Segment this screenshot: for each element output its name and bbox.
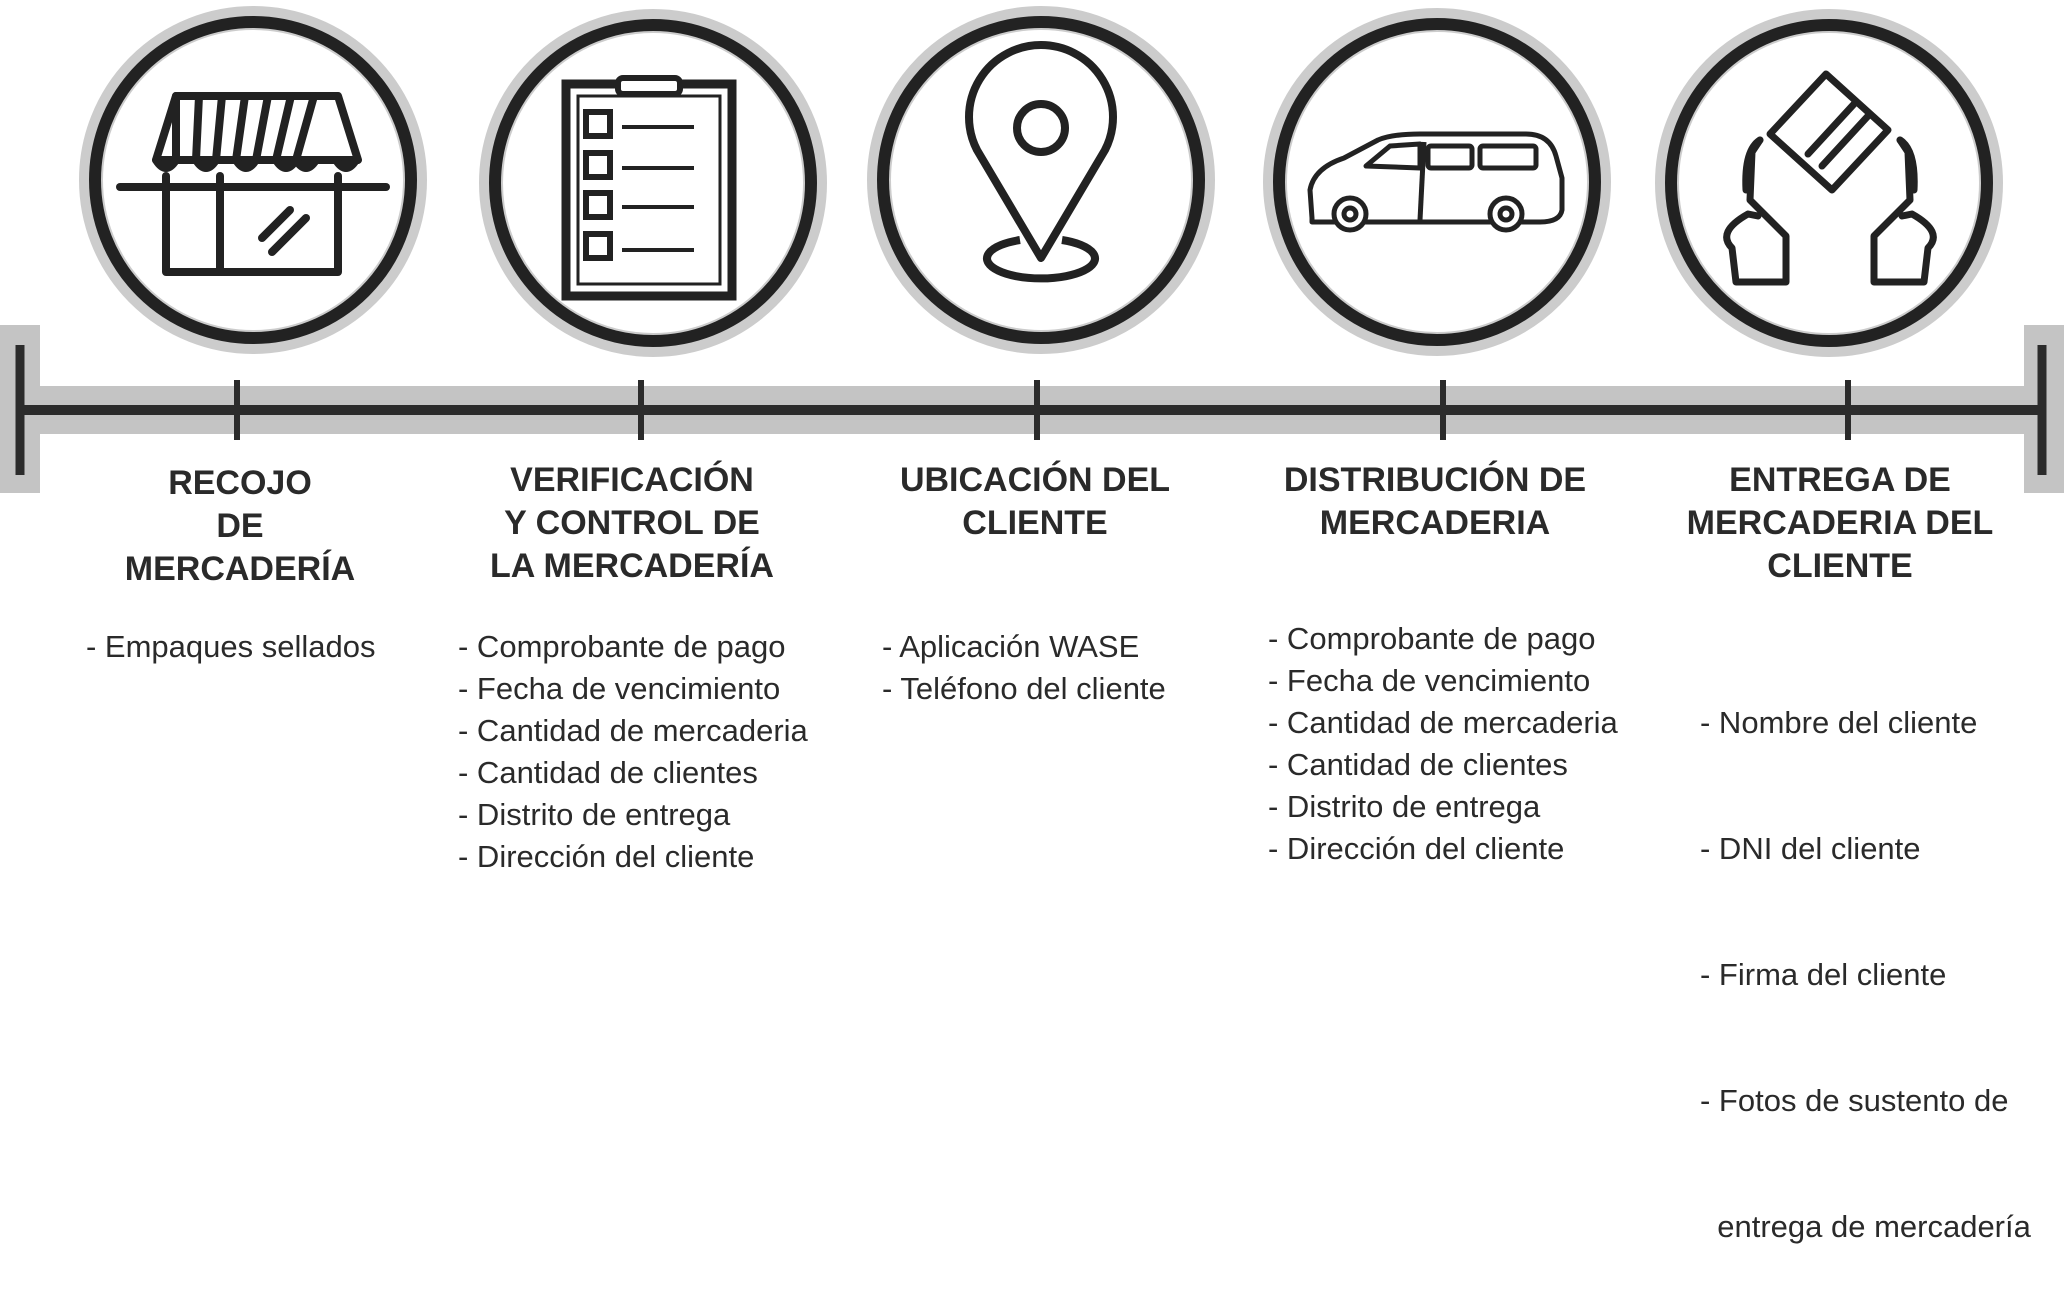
stage-1-requirements: - Empaques sellados	[86, 626, 376, 668]
title-line: MERCADERIA	[1319, 504, 1551, 542]
list-item: - DNI del cliente	[1700, 831, 1921, 866]
title-line: MERCADERÍA	[124, 550, 356, 588]
title-line: CLIENTE	[1767, 547, 1913, 585]
list-item: - Firma del cliente	[1700, 957, 1947, 992]
storefront-icon	[116, 92, 390, 276]
list-item: - Fecha de vencimiento	[1268, 663, 1591, 698]
list-item: - Comprobante de pago	[458, 629, 786, 664]
title-line: DISTRIBUCIÓN DE	[1283, 461, 1587, 499]
title-line: CLIENTE	[962, 504, 1108, 542]
list-item: - Cantidad de mercaderia	[458, 713, 808, 748]
stage-4-icon-ring	[1263, 8, 1611, 356]
list-item: - Empaques sellados	[86, 629, 376, 664]
list-item: entrega de mercadería	[1700, 1209, 2031, 1244]
stage-5-requirements: - Nombre del cliente - DNI del cliente -…	[1700, 618, 2031, 1290]
stage-4-requirements: - Comprobante de pago - Fecha de vencimi…	[1268, 618, 1618, 870]
stage-1-title: RECOJO DE MERCADERÍA	[90, 462, 390, 591]
stage-3-title: UBICACIÓN DEL CLIENTE	[860, 459, 1210, 545]
list-item: - Cantidad de clientes	[458, 755, 758, 790]
stage-3-requirements: - Aplicación WASE - Teléfono del cliente	[882, 626, 1166, 710]
title-line: MERCADERIA DEL	[1686, 504, 1994, 542]
clipboard-checklist-icon	[561, 75, 737, 301]
list-item: - Aplicación WASE	[882, 629, 1140, 664]
hands-package-icon	[1723, 70, 1937, 286]
list-item: - Fecha de vencimiento	[458, 671, 781, 706]
stage-4-title: DISTRIBUCIÓN DE MERCADERIA	[1250, 459, 1620, 545]
location-pin-icon	[965, 41, 1117, 283]
list-item: - Fotos de sustento de	[1700, 1083, 2009, 1118]
stage-1-icon-ring	[79, 6, 427, 354]
title-line: Y CONTROL DE	[504, 504, 760, 542]
list-item: - Cantidad de mercaderia	[1268, 705, 1618, 740]
stage-2-requirements: - Comprobante de pago - Fecha de vencimi…	[458, 626, 808, 878]
list-item: - Teléfono del cliente	[882, 671, 1166, 706]
title-line: LA MERCADERÍA	[490, 547, 774, 585]
title-line: DE	[216, 507, 264, 545]
title-line: RECOJO	[168, 464, 312, 502]
list-item: - Distrito de entrega	[1268, 789, 1541, 824]
list-item: - Cantidad de clientes	[1268, 747, 1568, 782]
list-item: - Dirección del cliente	[1268, 831, 1565, 866]
list-item: - Dirección del cliente	[458, 839, 755, 874]
title-line: UBICACIÓN DEL	[899, 461, 1171, 499]
stage-3-icon-ring	[867, 6, 1215, 354]
list-item: - Distrito de entrega	[458, 797, 731, 832]
van-icon	[1307, 131, 1565, 233]
title-line: ENTREGA DE	[1729, 461, 1951, 499]
stage-2-title: VERIFICACIÓN Y CONTROL DE LA MERCADERÍA	[456, 459, 808, 588]
title-line: VERIFICACIÓN	[510, 461, 754, 499]
stage-5-title: ENTREGA DE MERCADERIA DEL CLIENTE	[1650, 459, 2030, 588]
list-item: - Comprobante de pago	[1268, 621, 1596, 656]
list-item: - Nombre del cliente	[1700, 705, 1978, 740]
